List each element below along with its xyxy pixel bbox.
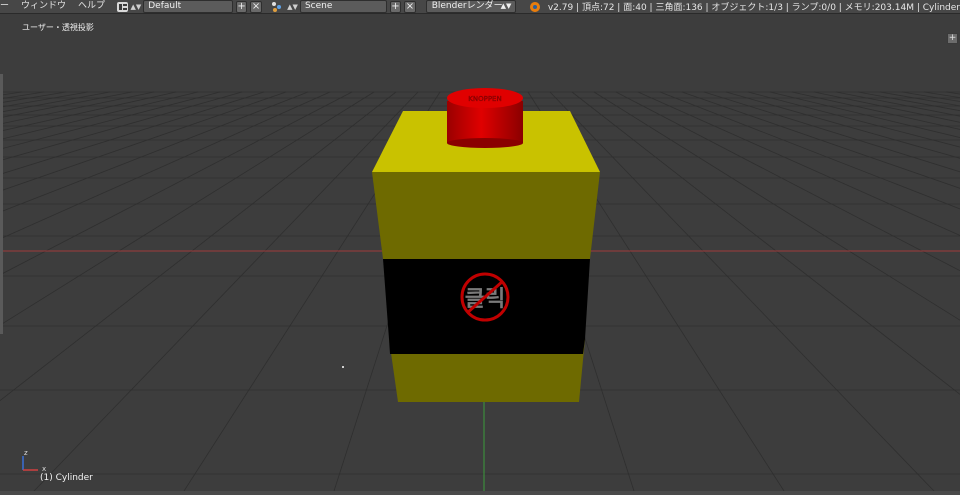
chevron-updown-icon: ▲▼ [500,2,512,10]
properties-toggle-button[interactable]: + [947,33,958,44]
scene-updown-icon[interactable]: ▲▼ [287,3,298,11]
cylinder-bottom [447,138,523,148]
grid-line [0,91,353,276]
grid-line [0,91,89,108]
menu-window[interactable]: ウィンドウ [15,0,72,13]
grid-line [0,91,331,240]
grid-line [0,91,155,125]
delete-scene-button[interactable]: × [404,0,416,13]
info-header: ー ウィンドウ ヘルプ ▲▼ Default + × ▲▼ Scene + × … [0,0,960,14]
grid-line [0,91,397,402]
menu-render[interactable]: ー [0,0,15,13]
grid-line [0,91,287,192]
3d-viewport[interactable]: 클릭 KNOPPEN z x ユーザー・透視投影 (1) Cylinder + [0,14,960,491]
toolshelf-edge[interactable] [0,74,3,334]
grid-line [0,91,221,150]
grid-line [0,91,111,113]
render-engine-label: Blenderレンダー [431,1,503,11]
axis-gizmo: z x [22,449,46,473]
grid-line [0,91,177,132]
yellow-block[interactable] [372,111,600,402]
grid-line [549,91,935,491]
menu-help[interactable]: ヘルプ [72,0,111,13]
render-engine-select[interactable]: Blenderレンダー ▲▼ [425,0,517,13]
grid-line [901,91,960,102]
grid-line [945,91,960,95]
layout-updown-icon[interactable]: ▲▼ [130,3,141,11]
grid-line [615,91,960,272]
delete-layout-button[interactable]: × [250,0,262,13]
grid-line [769,91,960,138]
gizmo-z-label: z [24,449,28,457]
blender-logo-icon [530,1,540,12]
grid-line [0,91,309,213]
grid-line [0,91,243,161]
screen-layout-icon[interactable] [117,1,129,12]
scene-field[interactable]: Scene [299,0,387,13]
add-scene-button[interactable]: + [389,0,402,13]
gizmo-x-label: x [42,465,46,473]
grid-line [637,91,960,236]
grid-line [0,91,265,175]
screen-layout-field[interactable]: Default [143,0,233,13]
grid-line [0,91,375,326]
cylinder-top-text: KNOPPEN [468,95,501,103]
scene-icon[interactable] [271,1,285,12]
view-projection-label: ユーザー・透視投影 [22,23,94,32]
grid-line [857,91,960,112]
viewport-footer [0,491,960,495]
scene-stats: v2.79 | 頂点:72 | 面:40 | 三角面:136 | オブジェクト:… [547,3,960,13]
grid-line [33,91,419,491]
3d-cursor-dot [342,366,344,368]
red-cylinder-button[interactable]: KNOPPEN [447,88,523,148]
add-layout-button[interactable]: + [235,0,248,13]
grid-line [879,91,960,107]
block-front-face [372,172,600,259]
grid-line [923,91,960,99]
viewport-canvas[interactable]: 클릭 KNOPPEN z x [0,14,960,491]
grid-line [681,91,960,189]
grid-line [725,91,960,159]
grid-line [0,91,45,100]
grid-line [659,91,960,210]
grid-line [571,91,960,395]
grid-line [0,91,23,96]
grid-line [0,91,67,104]
active-object-label: (1) Cylinder [40,473,93,483]
block-lower-yellow [389,339,585,354]
